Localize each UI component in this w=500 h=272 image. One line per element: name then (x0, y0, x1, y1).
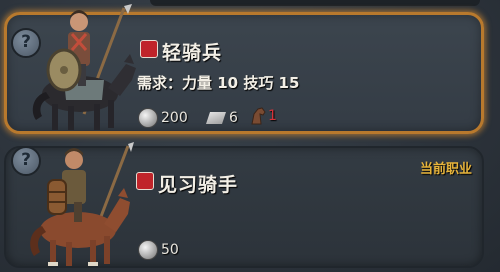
unit-name: 轻骑兵 (162, 42, 223, 64)
requirement-text: 需求：力量 10 技巧 15 (137, 74, 300, 92)
silver-cost: 50 (138, 240, 179, 260)
help-icon[interactable]: ? (11, 28, 41, 58)
current-class-label: 当前职业 (420, 162, 473, 177)
silver-cost-value: 50 (161, 242, 179, 258)
horse-cost: 1 (248, 106, 277, 126)
iron-cost: 6 (206, 108, 238, 128)
light-cavalry-portrait (32, 4, 136, 130)
game-screen: ? 轻骑兵 需求：力量 10 技巧 15 200 6 1 ? 见习骑手 当前职业… (0, 0, 500, 272)
silver-coin-icon (138, 240, 158, 260)
silver-coin-icon (138, 108, 158, 128)
silver-cost-value: 200 (161, 110, 188, 126)
horse-cost-value: 1 (268, 108, 277, 124)
horse-icon (251, 107, 266, 125)
iron-cost-value: 6 (229, 110, 238, 126)
top-panel-edge (150, 0, 480, 6)
unit-name: 见习骑手 (158, 174, 239, 196)
silver-cost: 200 (138, 108, 188, 128)
horse-head-icon (136, 172, 154, 190)
horse-head-icon (140, 40, 158, 58)
iron-ingot-icon (206, 112, 226, 124)
help-icon[interactable]: ? (11, 146, 41, 176)
